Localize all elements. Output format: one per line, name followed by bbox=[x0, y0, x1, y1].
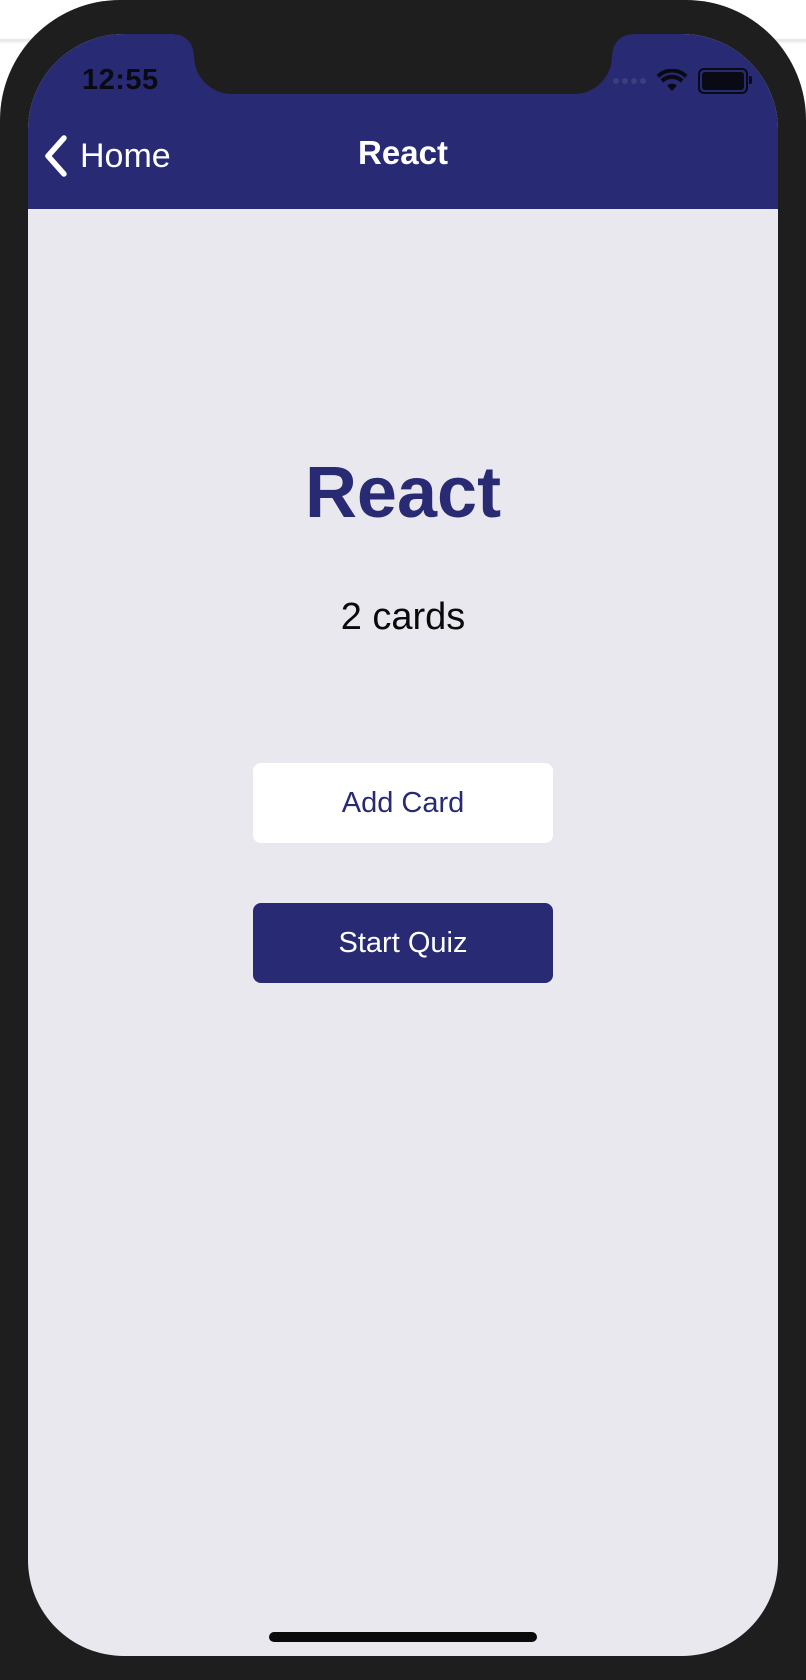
device-notch bbox=[174, 34, 632, 94]
wifi-icon bbox=[656, 69, 688, 91]
home-indicator[interactable] bbox=[269, 1632, 537, 1642]
battery-icon bbox=[698, 68, 752, 94]
deck-title: React bbox=[304, 453, 502, 533]
back-button[interactable]: Home bbox=[42, 134, 171, 178]
start-quiz-button-label: Start Quiz bbox=[338, 926, 468, 959]
back-button-label: Home bbox=[80, 136, 171, 175]
chevron-left-icon bbox=[45, 135, 67, 177]
add-card-button-label: Add Card bbox=[341, 786, 465, 819]
status-time: 12:55 bbox=[82, 64, 159, 96]
cellular-signal-icon bbox=[613, 78, 646, 84]
start-quiz-button[interactable]: Start Quiz bbox=[253, 903, 553, 983]
deck-card-count: 2 cards bbox=[340, 596, 466, 638]
phone-frame: 12:55 React Home React 2 cards Add Card … bbox=[0, 0, 806, 1680]
status-icons bbox=[613, 66, 752, 96]
add-card-button[interactable]: Add Card bbox=[253, 763, 553, 843]
app-screen: 12:55 React Home React 2 cards Add Card … bbox=[28, 34, 778, 1656]
